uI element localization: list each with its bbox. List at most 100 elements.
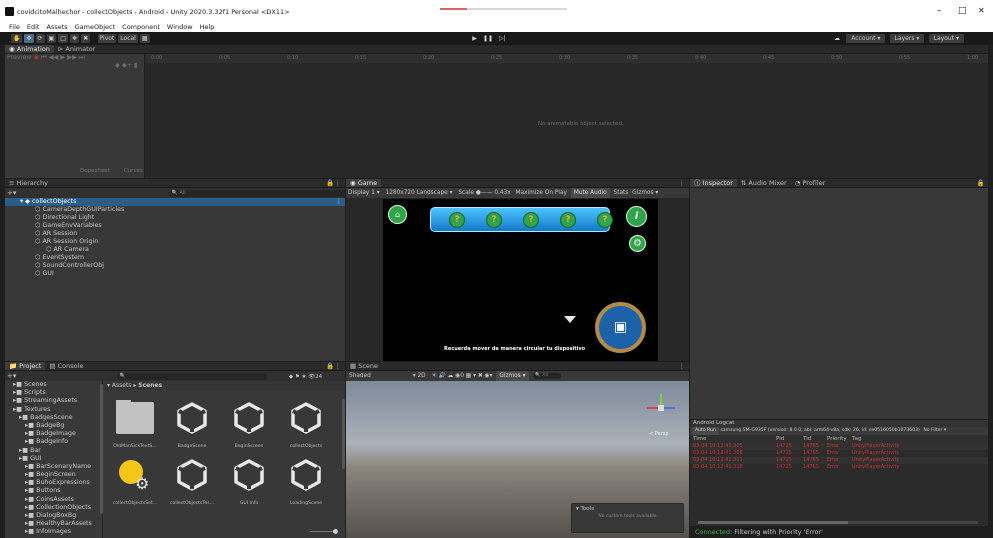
tree-scrollbar[interactable] bbox=[100, 384, 103, 514]
folder-item[interactable]: ▸■ BeginScreen bbox=[5, 471, 102, 479]
asset-item[interactable]: GUI Info bbox=[224, 457, 274, 506]
shading-dropdown[interactable]: Shaded bbox=[349, 373, 371, 379]
folder-item[interactable]: ▸■ BadgeInfo bbox=[5, 438, 102, 446]
mute-audio-toggle[interactable]: Mute Audio bbox=[570, 188, 610, 198]
logcat-hscrollbar[interactable] bbox=[698, 521, 978, 524]
logcat-col-header[interactable]: Pid bbox=[776, 435, 784, 443]
menu-file[interactable]: File bbox=[9, 23, 20, 31]
lock-icon[interactable]: 🔒⋮ bbox=[326, 179, 341, 187]
project-filter-icons[interactable]: ◆ ⚑ ★ 👁24 bbox=[289, 374, 322, 380]
asset-scrollbar[interactable] bbox=[342, 399, 345, 469]
asset-item[interactable]: OldManSickTextS... bbox=[110, 400, 160, 449]
tab-inspector[interactable]: ⓘ Inspector bbox=[690, 179, 737, 187]
hierarchy-search[interactable]: 🔍 All bbox=[168, 189, 345, 197]
pause-button[interactable]: ❚❚ bbox=[481, 34, 495, 43]
logcat-col-header[interactable]: Time bbox=[693, 435, 706, 443]
asset-item[interactable]: LoadingScene bbox=[281, 457, 331, 506]
logcat-col-header[interactable]: Tid bbox=[803, 435, 811, 443]
scale-tool-icon[interactable]: ▣ bbox=[46, 34, 57, 43]
hierarchy-item[interactable]: ⬡ SoundControllerObj bbox=[5, 262, 345, 270]
settings-button[interactable]: ⚙ bbox=[629, 235, 646, 252]
minimize-button[interactable]: – bbox=[937, 6, 942, 16]
folder-item[interactable]: ▸■ Scenes bbox=[5, 381, 102, 389]
tab-curves[interactable]: Curves bbox=[124, 168, 143, 174]
hierarchy-item[interactable]: ⬡ CameraDepthGUIParticles bbox=[5, 206, 345, 214]
hierarchy-item[interactable]: ⬡ AR Camera bbox=[5, 246, 345, 254]
menu-edit[interactable]: Edit bbox=[27, 23, 40, 31]
tab-console[interactable]: ▤ Console bbox=[45, 362, 87, 370]
local-toggle[interactable]: Local bbox=[118, 34, 138, 43]
move-tool-icon[interactable]: ✥ bbox=[24, 34, 34, 43]
folder-item[interactable]: ▸■ StreamingAssets bbox=[5, 397, 102, 405]
tab-scene[interactable]: ▦ Scene bbox=[346, 362, 382, 370]
close-button[interactable]: ✕ bbox=[978, 6, 985, 15]
inspector-lock-icon[interactable]: 🔒 bbox=[977, 179, 985, 187]
logcat-row[interactable]: 03-04 10:12:41.308 14725 14765 Error UnityPl… bbox=[690, 450, 988, 457]
preview-button[interactable]: Preview bbox=[7, 54, 32, 61]
pivot-toggle[interactable]: Pivot bbox=[97, 34, 117, 43]
layout-dropdown[interactable]: Layout ▾ bbox=[928, 34, 964, 43]
breadcrumb-assets[interactable]: Assets bbox=[112, 382, 132, 389]
menu-help[interactable]: Help bbox=[200, 23, 215, 31]
tab-dopesheet[interactable]: Dopesheet bbox=[80, 168, 110, 174]
folder-item[interactable]: ▸■ BadgeImage bbox=[5, 430, 102, 438]
stats-toggle[interactable]: Stats bbox=[614, 190, 629, 196]
cloud-icon[interactable]: ☁ bbox=[832, 34, 842, 43]
tab-hierarchy[interactable]: ≡ Hierarchy bbox=[5, 179, 52, 187]
logcat-col-header[interactable]: Priority bbox=[827, 435, 847, 443]
add-button[interactable]: +▾ bbox=[7, 189, 16, 197]
step-button[interactable]: ▷| bbox=[497, 34, 508, 43]
menu-gameobject[interactable]: GameObject bbox=[75, 23, 116, 31]
account-dropdown[interactable]: Account ▾ bbox=[846, 34, 886, 43]
tab-animation[interactable]: ◉ Animation bbox=[5, 45, 54, 53]
rect-tool-icon[interactable]: □ bbox=[58, 34, 68, 43]
custom-tool-icon[interactable]: ✖ bbox=[81, 34, 91, 43]
menu-assets[interactable]: Assets bbox=[46, 23, 67, 31]
scene-search[interactable]: 🔍 All bbox=[533, 372, 562, 379]
folder-item[interactable]: ▸■ Scripts bbox=[5, 389, 102, 397]
gizmos-toggle[interactable]: Gizmos ▾ bbox=[632, 190, 658, 196]
auto-run-toggle[interactable]: Auto Run bbox=[692, 427, 719, 435]
record-icon[interactable]: ◉ bbox=[34, 54, 40, 61]
hierarchy-item[interactable]: ⬡ GUI bbox=[5, 270, 345, 278]
tab-profiler[interactable]: ◔ Profiler bbox=[791, 179, 830, 187]
game-viewport[interactable]: ⌂ i ⚙ ▣ Recuerda mover de manera circula… bbox=[383, 199, 658, 361]
project-search[interactable]: 🔍 bbox=[116, 372, 267, 380]
scene-gizmo-axes[interactable] bbox=[647, 394, 675, 422]
scene-gizmos-dropdown[interactable]: Gizmos ▾ bbox=[496, 371, 529, 381]
scene-tools-icons[interactable]: ☀ 🔊 ☁ ◉0 ▦ ▾ ✖ ◉▾ bbox=[431, 373, 492, 379]
tab-animator[interactable]: ⊳ Animator bbox=[54, 45, 99, 53]
home-button[interactable]: ⌂ bbox=[388, 205, 407, 224]
hierarchy-item[interactable]: ⬡ Directional Light bbox=[5, 214, 345, 222]
hierarchy-item[interactable]: ⬡ EventSystem bbox=[5, 254, 345, 262]
tab-project[interactable]: 📁 Project bbox=[5, 362, 46, 370]
transform-tool-icon[interactable]: ❖ bbox=[69, 34, 80, 43]
filter-dropdown[interactable]: No Filter ▾ bbox=[923, 428, 946, 433]
persp-label[interactable]: < Persp bbox=[649, 431, 669, 437]
folder-item[interactable]: ▸■ Bar bbox=[5, 447, 102, 455]
logcat-row[interactable]: 03-04 10:12:41.305 14725 14765 Error UnityPl… bbox=[690, 443, 988, 450]
asset-item[interactable]: collectObjects bbox=[281, 400, 331, 449]
hierarchy-item[interactable]: ⬡ AR Session bbox=[5, 230, 345, 238]
maximize-on-play-toggle[interactable]: Maximize On Play bbox=[516, 190, 567, 196]
folder-item[interactable]: ▸■ Buttons bbox=[5, 487, 102, 495]
folder-item[interactable]: ▸■ DialogBoxBg bbox=[5, 512, 102, 520]
play-button[interactable]: ▶ bbox=[470, 34, 479, 43]
menu-window[interactable]: Window bbox=[167, 23, 193, 31]
asset-item[interactable]: collectObjectsTes... bbox=[167, 457, 217, 506]
menu-component[interactable]: Component bbox=[122, 23, 160, 31]
asset-item[interactable]: ⚙ collectObjectsSet... bbox=[110, 457, 160, 506]
maximize-button[interactable]: □ bbox=[958, 6, 967, 16]
rotate-tool-icon[interactable]: ⟳ bbox=[35, 34, 45, 43]
info-button[interactable]: i bbox=[626, 206, 647, 227]
hierarchy-item[interactable]: ⬡ GameEnvVariables bbox=[5, 222, 345, 230]
folder-item[interactable]: ▸■ InfoImages bbox=[5, 528, 102, 536]
folder-item[interactable]: ▸■ CollectionObjects bbox=[5, 504, 102, 512]
tab-game[interactable]: ◉ Game bbox=[346, 179, 382, 187]
layers-dropdown[interactable]: Layers ▾ bbox=[889, 34, 925, 43]
folder-item[interactable]: ▸■ CoinsAssets bbox=[5, 496, 102, 504]
display-dropdown[interactable]: Display 1 ▾ bbox=[348, 190, 380, 196]
folder-item[interactable]: ▸■ BadgeBg bbox=[5, 422, 102, 430]
grid-snap-icon[interactable]: ▦ bbox=[139, 34, 150, 43]
hand-tool-icon[interactable]: ✋ bbox=[11, 34, 23, 43]
